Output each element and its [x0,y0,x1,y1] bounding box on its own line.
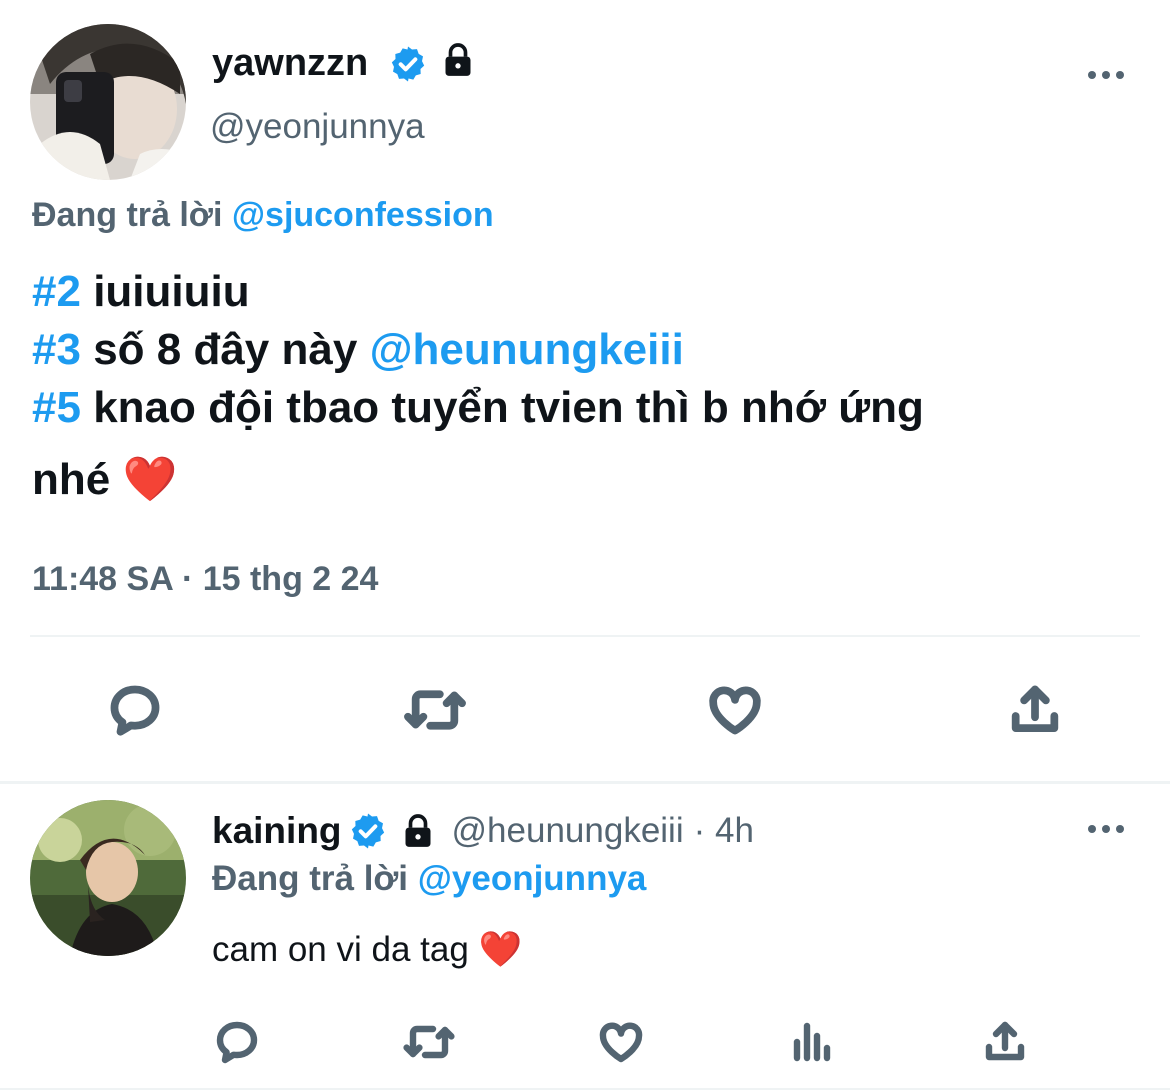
tweet-line-3: #5 knao đội tbao tuyển tvien thì b nhớ ứ… [32,379,924,437]
divider [30,635,1140,637]
author-handle[interactable]: @yeonjunnya [210,106,425,148]
tweet-text: nhé [32,455,111,504]
reply-button[interactable] [208,1014,266,1070]
replying-to-label: Đang trả lời [32,196,223,234]
tweet-line-4: nhé ❤️ [32,451,924,509]
avatar[interactable] [30,800,186,956]
author-display-name[interactable]: kaining [212,809,342,853]
analytics-button[interactable] [784,1014,842,1070]
share-icon [985,1021,1025,1061]
more-options-button[interactable] [1084,814,1128,844]
author-handle[interactable]: @heunungkeiii [452,809,684,853]
share-button[interactable] [1000,678,1070,742]
hashtag[interactable]: #5 [32,383,81,432]
reply-icon [216,1021,258,1064]
lock-icon [398,811,438,851]
tweet-line-1: #2 iuiuiuiu [32,263,924,321]
hashtag[interactable]: #3 [32,325,81,374]
lock-icon [438,40,478,80]
verified-badge-icon [348,811,388,851]
mention-link[interactable]: @heunungkeiii [370,325,684,374]
tweet-timestamp[interactable]: 11:48 SA · 15 thg 2 24 [32,558,378,600]
retweet-icon [404,690,466,730]
like-button[interactable] [592,1014,650,1070]
tweet-separator [0,781,1170,784]
more-icon [1088,825,1124,833]
tweet-body: #2 iuiuiuiu #3 số 8 đây này @heunungkeii… [32,263,924,509]
bottom-divider [0,1088,1170,1090]
replying-to-label: Đang trả lời [212,859,409,898]
retweet-button[interactable] [400,678,470,742]
avatar[interactable] [30,24,186,180]
tweet-text: iuiuiuiu [93,267,250,316]
tweet-text: số 8 đây này [93,325,358,374]
more-options-button[interactable] [1084,60,1128,90]
tweet-body: cam on vi da tag ❤️ [212,928,522,972]
hashtag[interactable]: #2 [32,267,81,316]
author-row: kaining @heunungkeiii · 4h [212,808,754,854]
share-button[interactable] [976,1014,1034,1070]
avatar-image [30,24,186,180]
avatar-image [30,800,186,956]
heart-emoji: ❤️ [122,455,178,504]
tweet-time[interactable]: · 4h [694,809,754,853]
heart-emoji: ❤️ [478,930,523,969]
reply-button[interactable] [100,678,170,742]
retweet-icon [403,1025,455,1059]
like-icon [599,1022,643,1063]
replying-to-mention[interactable]: @sjuconfession [232,196,494,234]
share-icon [1011,685,1059,732]
tweet-text: cam on vi da tag [212,930,469,969]
retweet-button[interactable] [400,1014,458,1070]
verified-badge-icon [388,44,428,84]
tweet-text: knao đội tbao tuyển tvien thì b nhớ ứng [93,383,924,432]
like-icon [709,686,761,735]
author-display-name[interactable]: yawnzzn [212,40,368,86]
replying-to: Đang trả lời @sjuconfession [32,194,494,236]
replying-to: Đang trả lời @yeonjunnya [212,858,646,900]
analytics-icon [793,1022,831,1062]
like-button[interactable] [700,678,770,742]
tweet-line-2: #3 số 8 đây này @heunungkeiii [32,321,924,379]
more-icon [1088,71,1124,79]
replying-to-mention[interactable]: @yeonjunnya [418,859,647,898]
reply-icon [110,685,160,736]
